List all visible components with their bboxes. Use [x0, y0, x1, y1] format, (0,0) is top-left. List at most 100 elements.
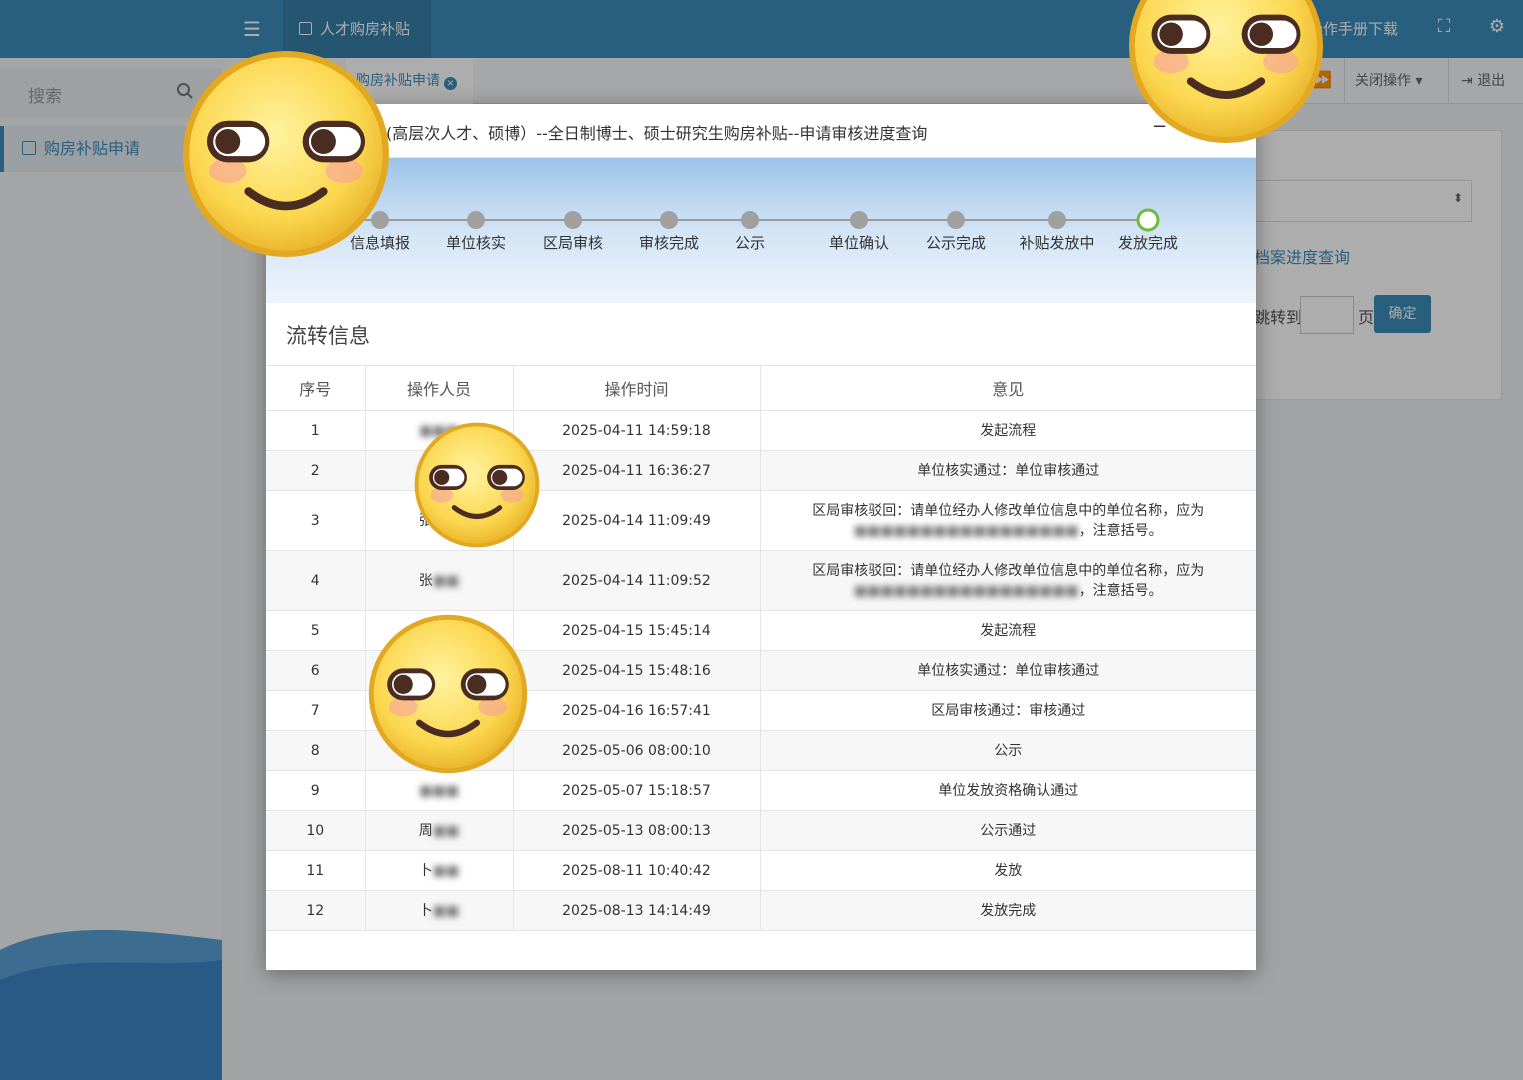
table-row: 9 ■■■ 2025-05-07 15:18:57 单位发放资格确认通过 — [266, 770, 1256, 811]
table-header-row: 序号 操作人员 操作时间 意见 — [266, 365, 1256, 411]
step-marker — [467, 211, 485, 229]
modal-header: (高层次人才、硕博）--全日制博士、硕士研究生购房补贴--申请审核进度查询 − — [266, 104, 1256, 158]
row-opinion-text: 区局审核通过：审核通过 — [931, 702, 1086, 719]
row-opinion-text: 区局审核驳回：请单位经办人修改单位信息中的单位名称，应为■■■■■■■■■■■■… — [812, 562, 1205, 599]
step-marker — [850, 211, 868, 229]
smiling-emoji-sticker — [1128, 0, 1324, 144]
row-opinion: 发放完成 — [760, 890, 1256, 931]
row-opinion: 区局审核通过：审核通过 — [760, 690, 1256, 731]
step-label: 单位确认 — [828, 234, 890, 252]
table-row: 12 卜■■ 2025-08-13 14:14:49 发放完成 — [266, 890, 1256, 931]
row-opinion: 单位发放资格确认通过 — [760, 770, 1256, 811]
row-number-text: 11 — [306, 862, 325, 879]
row-opinion-text: 区局审核驳回：请单位经办人修改单位信息中的单位名称，应为■■■■■■■■■■■■… — [812, 502, 1205, 539]
step-label: 审核完成 — [638, 234, 700, 252]
row-time-text: 2025-04-15 15:45:14 — [562, 622, 711, 639]
smiling-emoji-sticker — [414, 422, 540, 548]
row-time-text: 2025-05-13 08:00:13 — [562, 822, 711, 839]
row-number-text: 12 — [306, 902, 325, 919]
step-label: 补贴发放中 — [1019, 234, 1095, 252]
row-time: 2025-08-11 10:40:42 — [513, 850, 761, 891]
table-row: 11 卜■■ 2025-08-11 10:40:42 发放 — [266, 850, 1256, 891]
step-marker — [1048, 211, 1066, 229]
column-header-time: 操作时间 — [513, 365, 761, 411]
step-label: 单位核实 — [445, 234, 507, 252]
redacted-text: ■■■ — [419, 782, 459, 799]
row-number-text: 8 — [310, 742, 320, 759]
row-time-text: 2025-04-16 16:57:41 — [562, 702, 711, 719]
row-number: 3 — [266, 490, 366, 551]
row-time: 2025-05-07 15:18:57 — [513, 770, 761, 811]
row-time-text: 2025-04-11 16:36:27 — [562, 462, 711, 479]
row-number: 12 — [266, 890, 366, 931]
row-operator-text: ■■■ — [419, 783, 459, 799]
row-opinion-text: 发放 — [994, 862, 1023, 879]
progress-track — [326, 208, 1160, 232]
smiling-emoji-sticker — [182, 50, 390, 258]
row-opinion: 区局审核驳回：请单位经办人修改单位信息中的单位名称，应为■■■■■■■■■■■■… — [760, 490, 1256, 551]
step-marker — [741, 211, 759, 229]
row-time: 2025-04-14 11:09:52 — [513, 550, 761, 611]
row-number: 6 — [266, 650, 366, 691]
row-time-text: 2025-04-11 14:59:18 — [562, 422, 711, 439]
row-opinion-text: 公示通过 — [980, 822, 1037, 839]
row-time-text: 2025-08-13 14:14:49 — [562, 902, 711, 919]
step-marker — [660, 211, 678, 229]
row-time-text: 2025-08-11 10:40:42 — [562, 862, 711, 879]
row-opinion-text: 发起流程 — [980, 422, 1037, 439]
row-operator: 周■■ — [365, 810, 514, 851]
redacted-text: ■■■■■■■■■■■■■■■■■ — [853, 582, 1079, 599]
row-opinion: 单位核实通过：单位审核通过 — [760, 650, 1256, 691]
progress-steps: 信息填报 单位核实 区局审核 审核完成 公示 单位确认 公示完成 补贴发放中 发放完成 — [266, 158, 1256, 303]
row-operator: 卜■■ — [365, 850, 514, 891]
step-marker — [947, 211, 965, 229]
row-opinion: 发起流程 — [760, 410, 1256, 451]
row-opinion: 区局审核驳回：请单位经办人修改单位信息中的单位名称，应为■■■■■■■■■■■■… — [760, 550, 1256, 611]
row-time: 2025-04-14 11:09:49 — [513, 490, 761, 551]
row-time: 2025-04-11 16:36:27 — [513, 450, 761, 491]
row-time-text: 2025-04-15 15:48:16 — [562, 662, 711, 679]
row-number: 9 — [266, 770, 366, 811]
modal-title: (高层次人才、硕博）--全日制博士、硕士研究生购房补贴--申请审核进度查询 — [386, 124, 928, 143]
row-operator-text: 周■■ — [418, 822, 460, 839]
row-time: 2025-05-06 08:00:10 — [513, 730, 761, 771]
row-operator-text: 张■■ — [418, 572, 460, 589]
table-row: 4 张■■ 2025-04-14 11:09:52 区局审核驳回：请单位经办人修改单位… — [266, 550, 1256, 611]
row-number: 4 — [266, 550, 366, 611]
smiling-emoji-sticker — [368, 614, 528, 774]
step-label: 发放完成 — [1117, 234, 1179, 252]
row-time: 2025-04-15 15:45:14 — [513, 610, 761, 651]
row-time: 2025-04-16 16:57:41 — [513, 690, 761, 731]
row-opinion-text: 发起流程 — [980, 622, 1037, 639]
step-label: 公示完成 — [925, 234, 987, 252]
row-opinion-text: 单位发放资格确认通过 — [938, 782, 1079, 799]
row-number: 7 — [266, 690, 366, 731]
row-time-text: 2025-04-14 11:09:52 — [562, 572, 711, 589]
row-opinion-text: 单位核实通过：单位审核通过 — [917, 462, 1100, 479]
row-operator-text: 卜■■ — [418, 902, 460, 919]
row-number-text: 7 — [310, 702, 320, 719]
row-number-text: 6 — [310, 662, 320, 679]
row-number: 8 — [266, 730, 366, 771]
redacted-text: ■■■■■■■■■■■■■■■■■ — [853, 522, 1079, 539]
redacted-text: ■■ — [432, 572, 460, 589]
column-header-operator: 操作人员 — [365, 365, 514, 411]
step-marker — [564, 211, 582, 229]
row-number: 2 — [266, 450, 366, 491]
row-opinion: 发放 — [760, 850, 1256, 891]
row-time: 2025-04-15 15:48:16 — [513, 650, 761, 691]
step-label: 区局审核 — [542, 234, 604, 252]
row-number-text: 9 — [310, 782, 320, 799]
row-time: 2025-04-11 14:59:18 — [513, 410, 761, 451]
row-opinion: 公示 — [760, 730, 1256, 771]
row-number: 11 — [266, 850, 366, 891]
row-time-text: 2025-04-14 11:09:49 — [562, 512, 711, 529]
row-number-text: 3 — [310, 512, 320, 529]
row-time-text: 2025-05-06 08:00:10 — [562, 742, 711, 759]
row-number-text: 10 — [306, 822, 325, 839]
column-header-opinion: 意见 — [760, 365, 1256, 411]
row-opinion-text: 单位核实通过：单位审核通过 — [917, 662, 1100, 679]
row-number-text: 5 — [310, 622, 320, 639]
row-number-text: 1 — [310, 422, 320, 439]
table-row: 10 周■■ 2025-05-13 08:00:13 公示通过 — [266, 810, 1256, 851]
